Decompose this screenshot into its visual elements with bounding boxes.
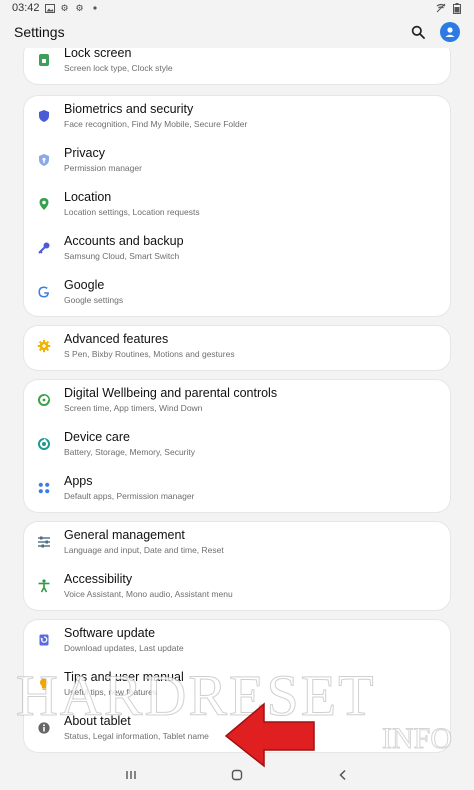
item-title: Digital Wellbeing and parental controls <box>64 386 278 400</box>
device-care-icon <box>36 436 52 452</box>
item-title: Location <box>64 190 112 204</box>
privacy-shield-icon <box>36 152 52 168</box>
wellbeing-icon <box>36 392 52 408</box>
google-icon <box>36 284 52 300</box>
item-title: About tablet <box>64 714 131 728</box>
settings-item-apps[interactable]: Apps Default apps, Permission manager <box>24 468 450 512</box>
item-title: Tips and user manual <box>64 670 184 684</box>
settings-item-accounts-backup[interactable]: Accounts and backup Samsung Cloud, Smart… <box>24 228 450 272</box>
item-title: Software update <box>64 626 156 640</box>
gallery-notification-icon <box>44 3 55 13</box>
lock-icon <box>36 52 52 68</box>
settings-item-lock-screen[interactable]: Lock screen Screen lock type, Clock styl… <box>24 48 450 84</box>
item-title: Device care <box>64 430 130 444</box>
item-title: General management <box>64 528 185 542</box>
accessibility-icon <box>36 578 52 594</box>
settings-card-lock: Lock screen Screen lock type, Clock styl… <box>24 48 450 84</box>
app-bar: Settings <box>0 16 474 48</box>
item-subtitle: Battery, Storage, Memory, Security <box>64 447 196 457</box>
item-title: Advanced features <box>64 332 169 346</box>
item-subtitle: Default apps, Permission manager <box>64 491 195 501</box>
home-icon[interactable] <box>229 767 245 783</box>
battery-icon <box>452 2 462 14</box>
settings-item-location[interactable]: Location Location settings, Location req… <box>24 184 450 228</box>
item-subtitle: Face recognition, Find My Mobile, Secure… <box>64 119 248 129</box>
settings-item-google[interactable]: Google Google settings <box>24 272 450 316</box>
dot-icon <box>90 3 100 13</box>
settings-item-device-care[interactable]: Device care Battery, Storage, Memory, Se… <box>24 424 450 468</box>
item-subtitle: Samsung Cloud, Smart Switch <box>64 251 180 261</box>
item-title: Accounts and backup <box>64 234 184 248</box>
back-icon[interactable] <box>335 767 351 783</box>
status-time: 03:42 <box>12 2 40 14</box>
gear-plus-icon <box>36 338 52 354</box>
item-title: Lock screen <box>64 48 132 60</box>
settings-item-about-tablet[interactable]: About tablet Status, Legal information, … <box>24 708 450 752</box>
item-subtitle: Download updates, Last update <box>64 643 184 653</box>
settings-card-wellbeing: Digital Wellbeing and parental controls … <box>24 380 450 512</box>
settings-item-software-update[interactable]: Software update Download updates, Last u… <box>24 620 450 664</box>
settings-list: Lock screen Screen lock type, Clock styl… <box>0 48 474 760</box>
settings-item-general-management[interactable]: General management Language and input, D… <box>24 522 450 566</box>
settings-notification-icon-2: ⚙ <box>75 2 84 13</box>
item-title: Apps <box>64 474 93 488</box>
status-bar: 03:42 ⚙ ⚙ <box>0 0 474 16</box>
settings-card-support: Software update Download updates, Last u… <box>24 620 450 752</box>
settings-notification-icon: ⚙ <box>60 2 69 13</box>
settings-item-tips-manual[interactable]: Tips and user manual Useful tips, new fe… <box>24 664 450 708</box>
info-icon <box>36 720 52 736</box>
item-subtitle: Google settings <box>64 295 124 305</box>
settings-item-digital-wellbeing[interactable]: Digital Wellbeing and parental controls … <box>24 380 450 424</box>
item-title: Accessibility <box>64 572 133 586</box>
item-subtitle: Permission manager <box>64 163 142 173</box>
recent-apps-icon[interactable] <box>123 767 139 783</box>
key-icon <box>36 240 52 256</box>
settings-item-advanced-features[interactable]: Advanced features S Pen, Bixby Routines,… <box>24 326 450 370</box>
profile-avatar-icon[interactable] <box>440 22 460 42</box>
navigation-bar <box>0 760 474 790</box>
item-subtitle: Voice Assistant, Mono audio, Assistant m… <box>64 589 233 599</box>
settings-card-advanced: Advanced features S Pen, Bixby Routines,… <box>24 326 450 370</box>
shield-icon <box>36 108 52 124</box>
settings-item-accessibility[interactable]: Accessibility Voice Assistant, Mono audi… <box>24 566 450 610</box>
lightbulb-icon <box>36 676 52 692</box>
item-subtitle: S Pen, Bixby Routines, Motions and gestu… <box>64 349 235 359</box>
item-title: Privacy <box>64 146 105 160</box>
apps-grid-icon <box>36 480 52 496</box>
item-title: Google <box>64 278 105 292</box>
item-subtitle: Location settings, Location requests <box>64 207 200 217</box>
wifi-off-icon <box>436 3 446 13</box>
location-pin-icon <box>36 196 52 212</box>
item-subtitle: Useful tips, new features <box>64 687 158 697</box>
item-subtitle: Screen time, App timers, Wind Down <box>64 403 203 413</box>
page-title: Settings <box>14 24 65 40</box>
settings-card-management: General management Language and input, D… <box>24 522 450 610</box>
settings-item-privacy[interactable]: Privacy Permission manager <box>24 140 450 184</box>
item-title: Biometrics and security <box>64 102 194 116</box>
settings-card-security: Biometrics and security Face recognition… <box>24 96 450 316</box>
settings-item-biometrics[interactable]: Biometrics and security Face recognition… <box>24 96 450 140</box>
item-subtitle: Screen lock type, Clock style <box>64 63 173 73</box>
sliders-icon <box>36 534 52 550</box>
item-subtitle: Language and input, Date and time, Reset <box>64 545 224 555</box>
software-update-icon <box>36 632 52 648</box>
item-subtitle: Status, Legal information, Tablet name <box>64 731 209 741</box>
search-icon[interactable] <box>410 24 426 40</box>
